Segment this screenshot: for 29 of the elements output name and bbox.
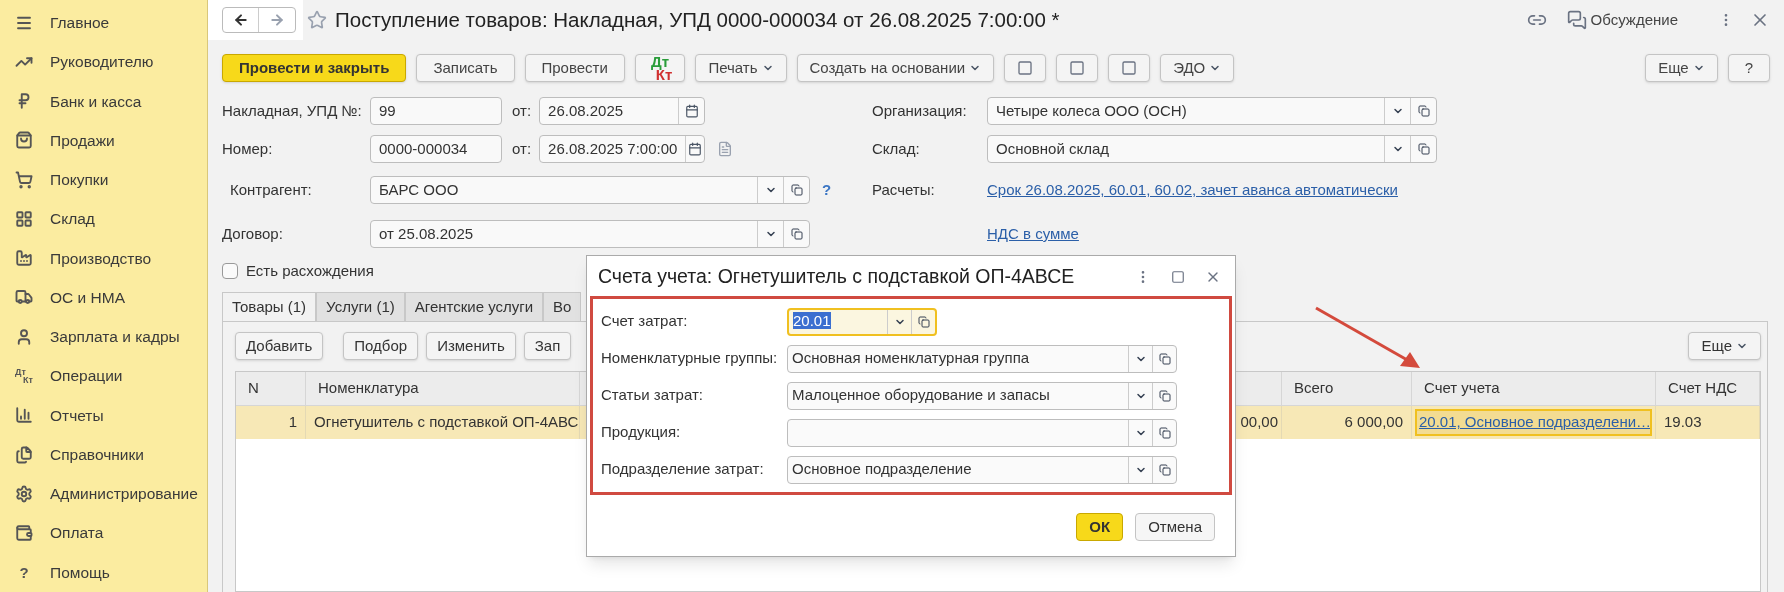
field-label: Контрагент: (229, 179, 313, 200)
date-label: от: (512, 100, 532, 121)
table-cell-text: 19.03 (1664, 412, 1702, 433)
field-label: Склад: (872, 138, 921, 159)
dialog-title: Счета учета: Огнетушитель с подставкой ОП-4АВСЕ (598, 264, 1075, 290)
column-header: N (248, 378, 259, 399)
table-cell-text: 00,00 (1240, 412, 1278, 433)
mark-text-icon: ? (19, 564, 29, 580)
field-label: Статьи затрат: (601, 385, 704, 406)
field-label: Подразделение затрат: (601, 459, 765, 480)
window-title: Поступление товаров: Накладная, УПД 0000-000034 от 26.08.2025 7:00:00 * (335, 6, 1060, 33)
field-label: Расчеты: (872, 179, 936, 200)
date-label: от: (512, 138, 532, 159)
column-header: Счет НДС (1668, 378, 1738, 399)
column-header: Всего (1294, 378, 1334, 399)
field-label: Накладная, УПД №: (222, 100, 363, 121)
column-header: Номенклатура (318, 378, 419, 399)
table-cell-text: 6 000,00 (1344, 412, 1403, 433)
field-label: Продукция: (601, 422, 682, 443)
table-cell-text: Огнетушитель с подставкой ОП-4АВС (314, 412, 579, 433)
field-label: Номер: (222, 138, 274, 159)
checkbox-label: Есть расхождения (246, 260, 374, 281)
field-label: Номенклатурные группы: (601, 348, 779, 369)
field-label: Организация: (872, 100, 968, 121)
field-label: Счет затрат: (601, 311, 689, 332)
mark-text-icon: Дт Кт (15, 368, 33, 384)
column-header: Счет учета (1424, 378, 1500, 399)
field-label: Договор: (222, 223, 284, 244)
table-cell-text: 1 (288, 412, 297, 433)
